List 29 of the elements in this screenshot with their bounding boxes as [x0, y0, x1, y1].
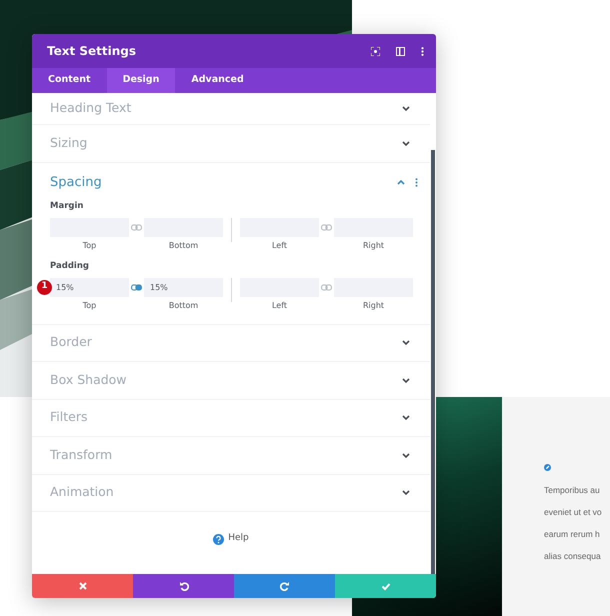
chevron-down-icon[interactable]: [402, 106, 410, 111]
chevron-down-icon[interactable]: [402, 140, 410, 146]
help-link[interactable]: Help: [228, 532, 249, 546]
scrollbar[interactable]: [431, 150, 435, 574]
more-icon[interactable]: [415, 178, 418, 187]
body-text: eveniet ut et vo: [544, 506, 603, 519]
chevron-down-icon[interactable]: [402, 452, 410, 458]
chevron-up-icon[interactable]: [397, 180, 405, 185]
sidebar-icon[interactable]: [396, 46, 405, 56]
chevron-down-icon[interactable]: [402, 415, 410, 420]
body-text: alias consequa: [544, 550, 602, 563]
field-label: Right: [362, 240, 384, 252]
body-text: earum rerum h: [544, 528, 601, 541]
pencil-icon: [544, 464, 551, 472]
chevron-down-icon[interactable]: [402, 340, 410, 346]
section-title[interactable]: Filters: [50, 408, 402, 428]
undo-icon: [178, 581, 188, 591]
chevron-down-icon[interactable]: [402, 490, 410, 496]
help-icon[interactable]: [213, 534, 224, 544]
field-label: Right: [362, 300, 384, 312]
fullscreen-icon[interactable]: [371, 46, 380, 56]
body-text: Temporibus au: [544, 484, 601, 497]
section-title[interactable]: Animation: [50, 483, 402, 502]
redo-icon: [280, 581, 290, 591]
chevron-down-icon[interactable]: [402, 378, 410, 383]
check-icon: [380, 581, 390, 591]
close-icon: [78, 581, 88, 591]
section-title[interactable]: Transform: [50, 446, 402, 465]
more-icon[interactable]: [421, 46, 424, 56]
